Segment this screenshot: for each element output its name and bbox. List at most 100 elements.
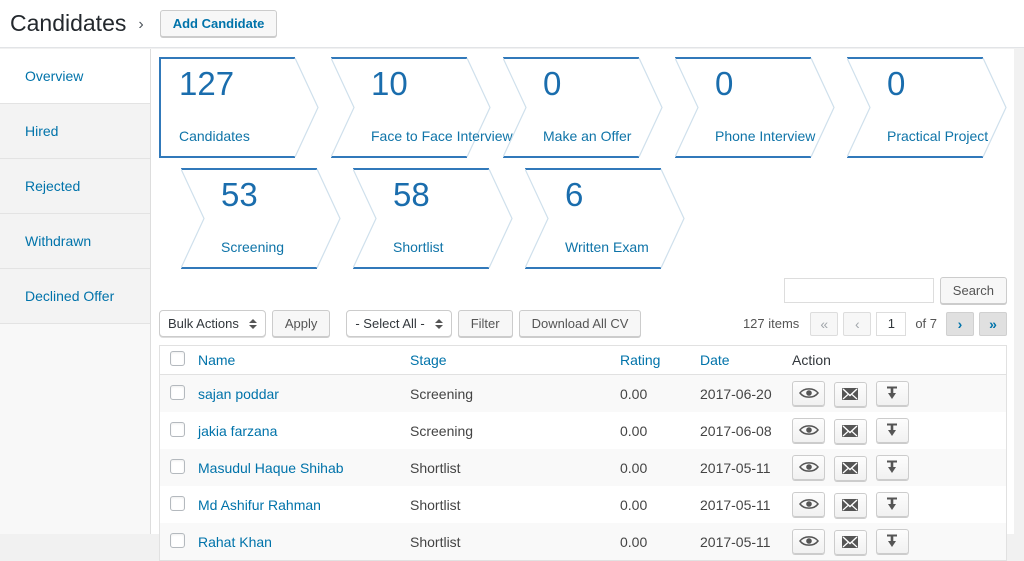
candidate-name-link[interactable]: Masudul Haque Shihab [198, 460, 344, 476]
breadcrumb-arrow-icon: › [138, 15, 144, 33]
main-content-panel: 127 Candidates 10 Face to Face Interview… [151, 49, 1014, 561]
candidate-date: 2017-05-11 [700, 533, 771, 550]
bulk-actions-selected-value: Bulk Actions [168, 316, 239, 331]
sidebar-item-withdrawn[interactable]: Withdrawn [0, 214, 150, 269]
email-button[interactable] [833, 455, 867, 481]
sidebar-item-declined-offer[interactable]: Declined Offer [0, 269, 150, 324]
page-title: Candidates [10, 10, 127, 36]
candidate-name-link[interactable]: Rahat Khan [198, 534, 272, 550]
table-row: jakia farzana Screening 0.00 2017-06-08 [160, 412, 1006, 449]
stage-label: Practical Project [887, 128, 989, 144]
search-row: Search [159, 277, 1007, 304]
email-button[interactable] [833, 529, 867, 555]
sidebar-item-label: Overview [25, 68, 84, 84]
sidebar-item-rejected[interactable]: Rejected [0, 159, 150, 214]
view-button[interactable] [792, 454, 825, 480]
column-header-rating[interactable]: Rating [620, 352, 700, 368]
next-page-button[interactable]: › [946, 311, 974, 336]
envelope-icon [842, 499, 859, 511]
stage-card-practical-project[interactable]: 0 Practical Project [847, 57, 1007, 158]
row-checkbox[interactable] [170, 384, 185, 400]
download-all-cv-button[interactable]: Download All CV [518, 310, 642, 337]
download-icon [887, 497, 898, 510]
prev-page-button[interactable]: ‹ [843, 311, 872, 336]
view-button[interactable] [792, 528, 825, 554]
select-all-selected-value: - Select All - [355, 316, 425, 331]
column-header-date[interactable]: Date [700, 352, 792, 368]
stage-card-candidates[interactable]: 127 Candidates [159, 57, 319, 158]
download-icon [887, 423, 898, 436]
column-header-stage[interactable]: Stage [410, 352, 620, 368]
stage-card-written-exam[interactable]: 6 Written Exam [525, 168, 685, 269]
view-button[interactable] [792, 491, 825, 517]
candidate-date: 2017-05-11 [700, 496, 771, 513]
stage-count: 6 [565, 176, 584, 213]
search-button[interactable]: Search [939, 277, 1007, 304]
stage-card-shortlist[interactable]: 58 Shortlist [353, 168, 513, 269]
candidate-name-link[interactable]: Md Ashifur Rahman [198, 497, 321, 513]
sidebar-item-hired[interactable]: Hired [0, 104, 150, 159]
last-page-button[interactable]: » [979, 311, 1007, 336]
eye-icon [798, 388, 819, 398]
sidebar-item-label: Rejected [25, 178, 81, 194]
stage-label: Candidates [179, 128, 250, 144]
row-checkbox[interactable] [170, 458, 185, 474]
download-cv-button[interactable] [875, 491, 909, 517]
stage-card-phone-interview[interactable]: 0 Phone Interview [675, 57, 835, 158]
candidate-rating: 0.00 [620, 385, 648, 402]
stage-card-screening[interactable]: 53 Screening [181, 168, 341, 269]
stage-count: 127 [179, 65, 235, 102]
email-button[interactable] [833, 492, 867, 518]
stage-label: Written Exam [565, 239, 649, 255]
stage-label: Phone Interview [715, 128, 816, 144]
candidate-rating: 0.00 [620, 459, 648, 476]
select-all-checkbox[interactable] [170, 351, 185, 366]
email-button[interactable] [833, 418, 867, 444]
view-button[interactable] [792, 380, 825, 406]
sidebar-item-overview[interactable]: Overview [0, 49, 150, 104]
filter-button[interactable]: Filter [457, 310, 513, 337]
sidebar-item-label: Declined Offer [25, 288, 115, 304]
candidate-date: 2017-05-11 [700, 459, 771, 476]
row-checkbox[interactable] [170, 532, 185, 548]
stage-card-face-to-face-interview[interactable]: 10 Face to Face Interview [331, 57, 513, 158]
stage-count: 10 [371, 65, 408, 102]
download-cv-button[interactable] [875, 417, 909, 443]
stage-label: Make an Offer [543, 128, 632, 144]
candidate-name-link[interactable]: jakia farzana [198, 423, 277, 439]
select-all-filter-select[interactable]: - Select All - [346, 310, 452, 337]
first-page-button[interactable]: « [810, 311, 839, 336]
candidate-name-link[interactable]: sajan poddar [198, 386, 279, 402]
table-body: sajan poddar Screening 0.00 2017-06-20 j… [160, 375, 1006, 560]
bulk-actions-select[interactable]: Bulk Actions [159, 310, 266, 337]
view-button[interactable] [792, 417, 825, 443]
download-icon [887, 460, 898, 473]
sidebar-item-label: Hired [25, 123, 59, 139]
download-cv-button[interactable] [875, 528, 909, 554]
add-candidate-button[interactable]: Add Candidate [159, 10, 278, 37]
download-cv-button[interactable] [875, 454, 909, 480]
row-checkbox[interactable] [170, 495, 185, 511]
current-page-input[interactable] [876, 311, 907, 336]
candidate-stage: Shortlist [410, 496, 461, 513]
stage-label: Face to Face Interview [371, 128, 513, 144]
envelope-icon [842, 388, 859, 400]
candidate-rating: 0.00 [620, 496, 648, 513]
column-header-name[interactable]: Name [198, 352, 410, 368]
stage-count: 0 [543, 65, 562, 102]
table-row: Masudul Haque Shihab Shortlist 0.00 2017… [160, 449, 1006, 486]
email-button[interactable] [833, 381, 867, 407]
pagination: 127 items « ‹ of 7 › » [743, 311, 1007, 336]
download-cv-button[interactable] [875, 380, 909, 406]
bulk-actions-group: Bulk Actions Apply - Select All - Filter… [159, 310, 642, 337]
row-checkbox[interactable] [170, 421, 185, 437]
apply-button[interactable]: Apply [271, 310, 331, 337]
stage-card-make-an-offer[interactable]: 0 Make an Offer [503, 57, 663, 158]
stage-funnel-row-1: 127 Candidates 10 Face to Face Interview… [159, 57, 1007, 158]
table-row: Md Ashifur Rahman Shortlist 0.00 2017-05… [160, 486, 1006, 523]
list-toolbar: Bulk Actions Apply - Select All - Filter… [159, 310, 1007, 337]
candidate-date: 2017-06-08 [700, 422, 772, 439]
stage-count: 58 [393, 176, 430, 213]
search-input[interactable] [783, 278, 934, 303]
table-row: Rahat Khan Shortlist 0.00 2017-05-11 [160, 523, 1006, 560]
